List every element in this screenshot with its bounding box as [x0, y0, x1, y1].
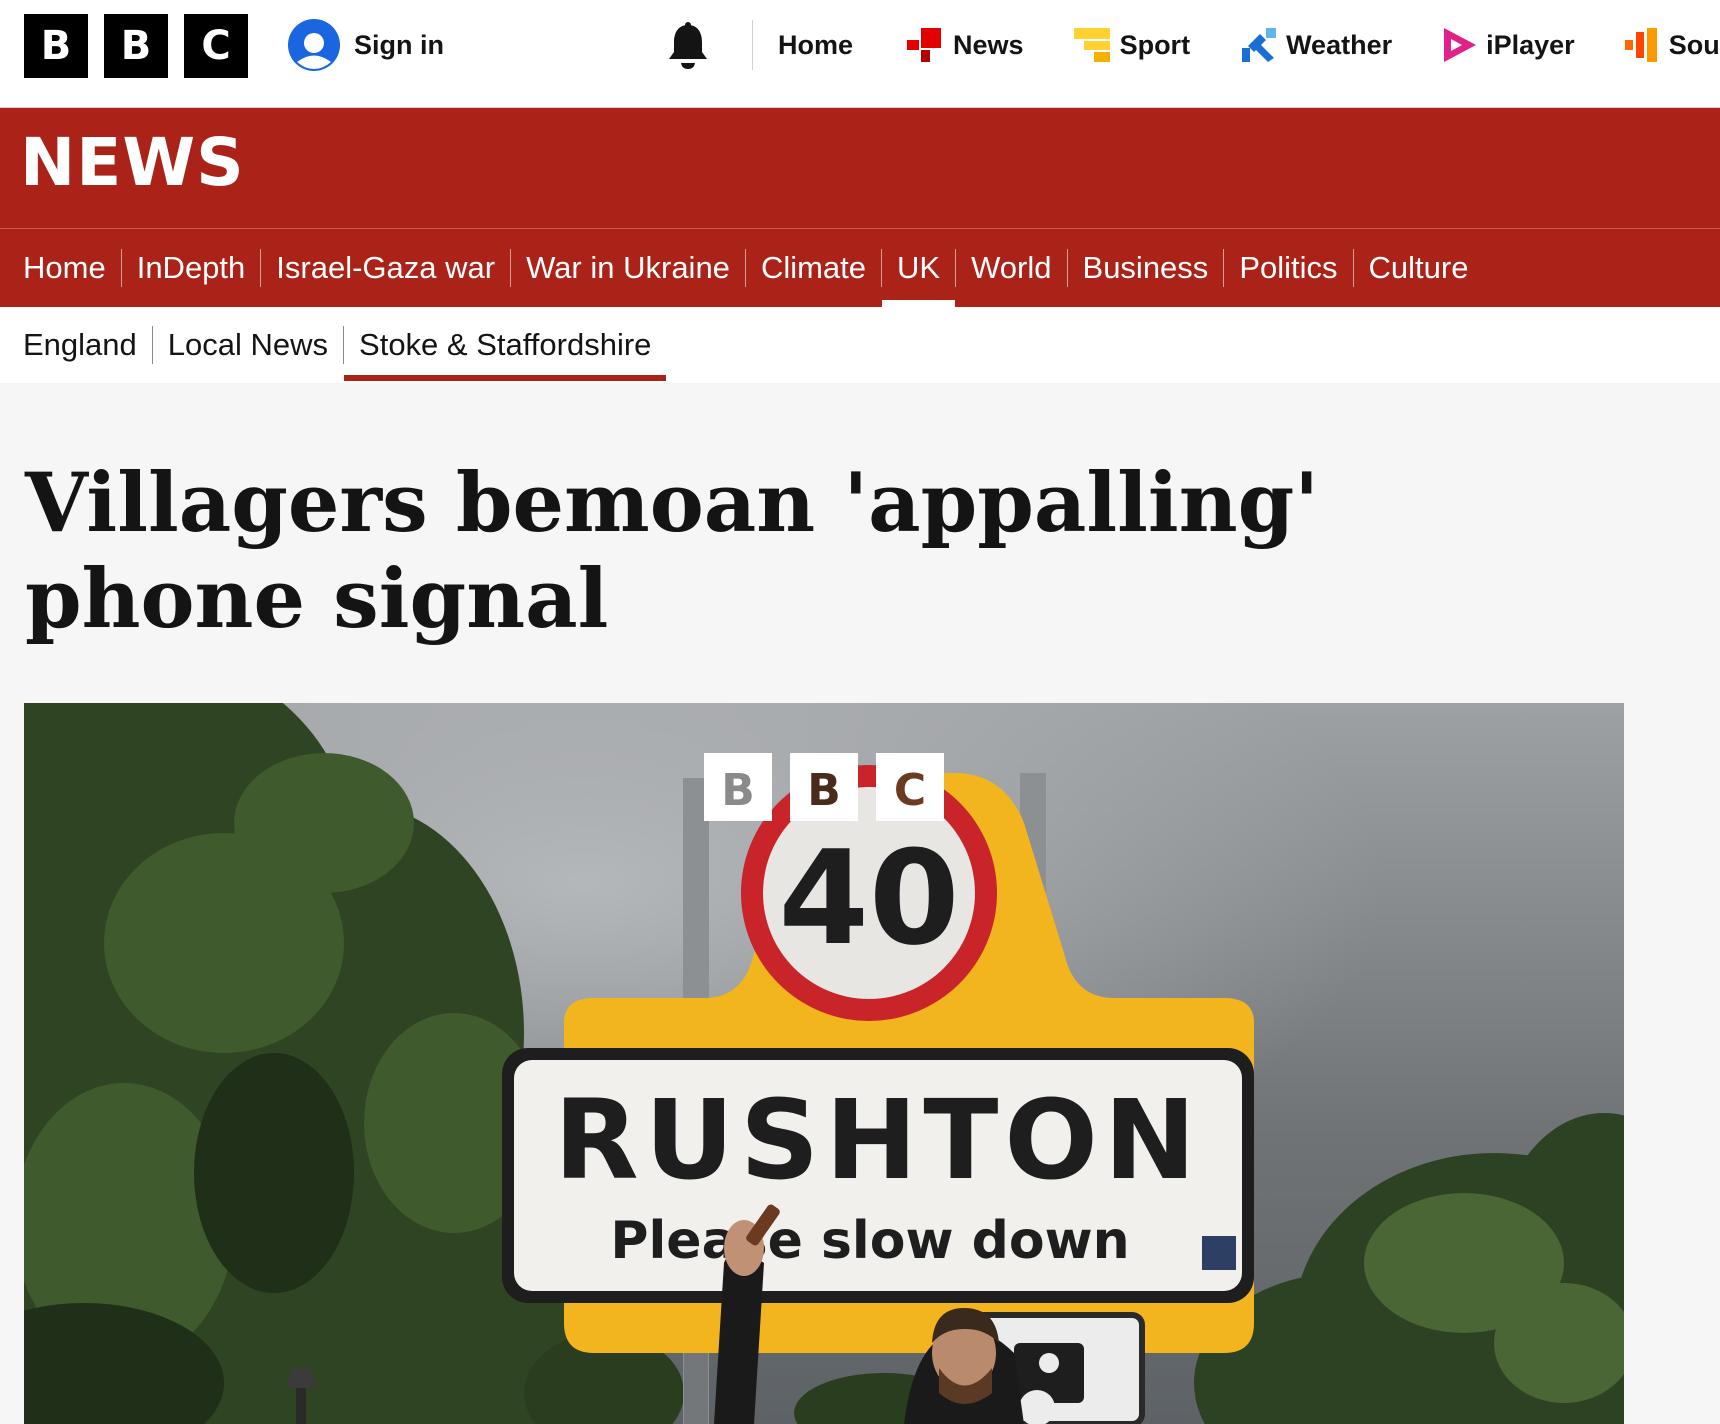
- section-nav-home[interactable]: Home: [0, 229, 121, 307]
- account-icon: [288, 19, 340, 71]
- sign-in-button[interactable]: Sign in: [288, 19, 444, 71]
- sounds-icon: [1624, 28, 1659, 62]
- sub-nav-local-news[interactable]: Local News: [153, 307, 343, 383]
- bbc-watermark: B B C: [704, 753, 944, 821]
- article-hero-image: 40 RUSHTON Please slow down B B C: [24, 703, 1624, 1424]
- section-nav-world[interactable]: World: [956, 229, 1066, 307]
- watermark-letter: B: [721, 765, 755, 816]
- global-nav-label: iPlayer: [1486, 29, 1575, 60]
- bell-icon: [666, 22, 710, 74]
- news-masthead: NEWS: [0, 108, 1720, 229]
- section-nav-uk[interactable]: UK: [882, 229, 956, 307]
- sign-message: Please slow down: [610, 1211, 1129, 1271]
- section-nav-culture[interactable]: Culture: [1354, 229, 1484, 307]
- village-name: RUSHTON: [554, 1076, 1202, 1204]
- global-header: B B C Sign in Home News Sport Weather iP…: [0, 0, 1720, 108]
- global-nav-iplayer[interactable]: iPlayer: [1442, 28, 1575, 62]
- iplayer-icon: [1442, 28, 1477, 62]
- sub-nav: England Local News Stoke & Staffordshire: [0, 307, 1720, 383]
- speed-limit-number: 40: [779, 822, 960, 974]
- bbc-logo[interactable]: B B C: [24, 14, 248, 78]
- news-icon: [907, 28, 943, 62]
- global-nav: Home News Sport Weather iPlayer Sou: [778, 20, 1720, 70]
- global-nav-home[interactable]: Home: [778, 30, 853, 61]
- watermark-letter: B: [807, 765, 841, 816]
- section-nav-climate[interactable]: Climate: [746, 229, 881, 307]
- global-nav-label: News: [953, 29, 1024, 60]
- sport-icon: [1073, 28, 1110, 62]
- sub-nav-stoke-staffordshire[interactable]: Stoke & Staffordshire: [344, 307, 667, 383]
- news-masthead-title[interactable]: NEWS: [20, 130, 245, 196]
- article-headline: Villagers bemoan 'appalling' phone signa…: [25, 456, 1320, 647]
- notifications-button[interactable]: [666, 22, 710, 75]
- global-nav-label: Weather: [1286, 29, 1393, 60]
- bbc-logo-letter: B: [104, 14, 168, 78]
- watermark-letter: C: [894, 765, 926, 816]
- section-nav-war-in-ukraine[interactable]: War in Ukraine: [511, 229, 745, 307]
- section-nav: Home InDepth Israel-Gaza war War in Ukra…: [0, 229, 1720, 307]
- sub-nav-england[interactable]: England: [0, 307, 152, 383]
- section-nav-business[interactable]: Business: [1068, 229, 1224, 307]
- global-nav-label: Home: [778, 29, 854, 60]
- rushton-sign-photo: 40 RUSHTON Please slow down B B C: [24, 703, 1624, 1424]
- bbc-logo-letter: C: [184, 14, 248, 78]
- section-nav-indepth[interactable]: InDepth: [122, 229, 261, 307]
- global-nav-label: Sou: [1668, 29, 1720, 60]
- global-nav-sport[interactable]: Sport: [1073, 28, 1191, 62]
- global-nav-label: Sport: [1119, 29, 1191, 60]
- section-nav-politics[interactable]: Politics: [1224, 229, 1352, 307]
- weather-icon: [1240, 28, 1277, 62]
- section-nav-israel-gaza-war[interactable]: Israel-Gaza war: [261, 229, 510, 307]
- sign-in-label: Sign in: [354, 29, 444, 60]
- topbar-divider: [752, 20, 753, 70]
- global-nav-weather[interactable]: Weather: [1240, 28, 1392, 62]
- global-nav-news[interactable]: News: [907, 28, 1024, 62]
- global-nav-sounds[interactable]: Sou: [1624, 28, 1720, 62]
- bbc-logo-letter: B: [24, 14, 88, 78]
